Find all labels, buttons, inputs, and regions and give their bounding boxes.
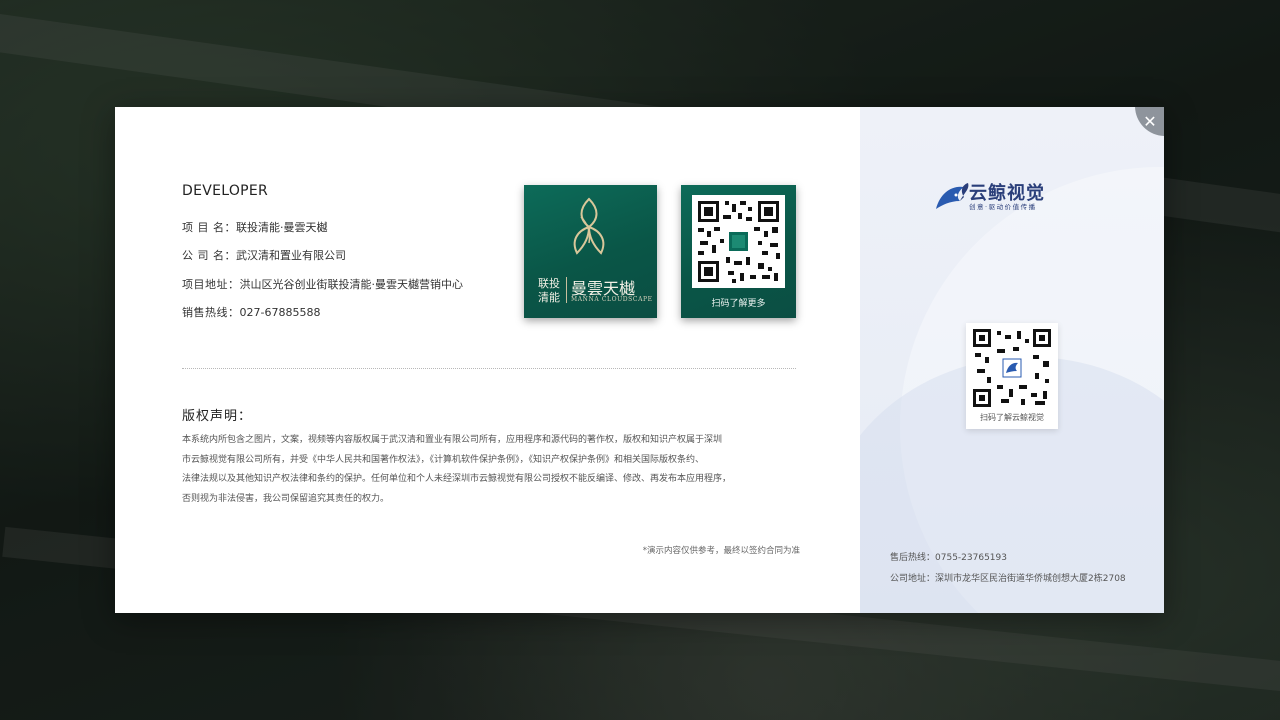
info-row-hotline: 销售热线：027-67885588 bbox=[182, 304, 320, 320]
vendor-qr-caption: 扫码了解云鲸视觉 bbox=[980, 413, 1044, 422]
info-value: 联投清能·曼雲天樾 bbox=[236, 221, 328, 234]
close-icon[interactable]: ✕ bbox=[1143, 112, 1156, 131]
info-row-project: 项 目 名：联投清能·曼雲天樾 bbox=[182, 219, 328, 235]
brand-a-line2: 清能 bbox=[538, 291, 560, 304]
vendor-slogan: 创意·驱动价值传播 bbox=[969, 203, 1037, 211]
info-row-address: 项目地址：洪山区光谷创业街联投清能·曼雲天樾营销中心 bbox=[182, 276, 463, 292]
vendor-qr-card[interactable]: 扫码了解云鲸视觉 bbox=[966, 323, 1058, 429]
brand-english: MANNA CLOUDSCAPE bbox=[571, 296, 653, 303]
project-logo-card: 联投 清能 曼雲天樾 MANNA CLOUDSCAPE bbox=[524, 185, 657, 318]
address-label: 公司地址： bbox=[890, 574, 936, 584]
copyright-line: 否则视为非法侵害，我公司保留追究其责任的权力。 bbox=[182, 493, 390, 504]
copyright-body: 本系统内所包含之图片，文案，视频等内容版权属于武汉清和置业有限公司所有，应用程序… bbox=[182, 431, 802, 509]
copyright-line: 本系统内所包含之图片，文案，视频等内容版权属于武汉清和置业有限公司所有，应用程序… bbox=[182, 435, 723, 445]
qr-code-icon[interactable] bbox=[692, 195, 785, 288]
vendor-address: 公司地址：深圳市龙华区民治街道华侨城创想大厦2栋2708 bbox=[890, 571, 1126, 584]
brand-a: 联投 清能 bbox=[538, 277, 560, 305]
info-label: 公 司 名： bbox=[182, 249, 236, 262]
project-qr-card[interactable]: 扫码了解更多 bbox=[681, 185, 796, 318]
vendor-qr-code-icon[interactable] bbox=[973, 329, 1051, 407]
info-value: 027-67885588 bbox=[239, 306, 321, 319]
copyright-heading: 版权声明： bbox=[182, 409, 253, 424]
modal-right-panel: 云鲸视觉 创意·驱动价值传播 扫码了解云鲸视觉 售后热线：0755-237651… bbox=[860, 107, 1164, 613]
project-emblem-icon bbox=[573, 197, 605, 255]
info-modal: DEVELOPER 项 目 名：联投清能·曼雲天樾 公 司 名：武汉清和置业有限… bbox=[115, 107, 1164, 613]
close-button[interactable]: ✕ bbox=[1135, 107, 1164, 136]
hotline-value: 0755-23765193 bbox=[935, 553, 1007, 563]
qr-caption: 扫码了解更多 bbox=[711, 299, 766, 309]
info-label: 销售热线： bbox=[182, 306, 240, 319]
copyright-line: 法律法规以及其他知识产权法律和条约的保护。任何单位和个人未经深圳市云鲸视觉有限公… bbox=[182, 474, 732, 484]
info-value: 武汉清和置业有限公司 bbox=[236, 249, 346, 262]
info-label: 项 目 名： bbox=[182, 221, 236, 234]
info-label: 项目地址： bbox=[182, 278, 240, 291]
vendor-hotline: 售后热线：0755-23765193 bbox=[890, 550, 1007, 563]
brand-separator bbox=[566, 277, 567, 303]
info-row-company: 公 司 名：武汉清和置业有限公司 bbox=[182, 247, 346, 263]
brand-a-line1: 联投 bbox=[538, 277, 560, 290]
hotline-label: 售后热线： bbox=[890, 553, 936, 563]
developer-heading: DEVELOPER bbox=[182, 183, 269, 199]
info-value: 洪山区光谷创业街联投清能·曼雲天樾营销中心 bbox=[239, 278, 464, 291]
disclaimer-note: *演示内容仅供参考，最终以签约合同为准 bbox=[642, 546, 800, 556]
address-value: 深圳市龙华区民治街道华侨城创想大厦2栋2708 bbox=[935, 574, 1126, 584]
modal-left-panel: DEVELOPER 项 目 名：联投清能·曼雲天樾 公 司 名：武汉清和置业有限… bbox=[115, 107, 860, 613]
section-divider bbox=[182, 368, 796, 369]
copyright-line: 市云鲸视觉有限公司所有，并受《中华人民共和国著作权法》，《计算机软件保护条例》，… bbox=[182, 454, 705, 465]
